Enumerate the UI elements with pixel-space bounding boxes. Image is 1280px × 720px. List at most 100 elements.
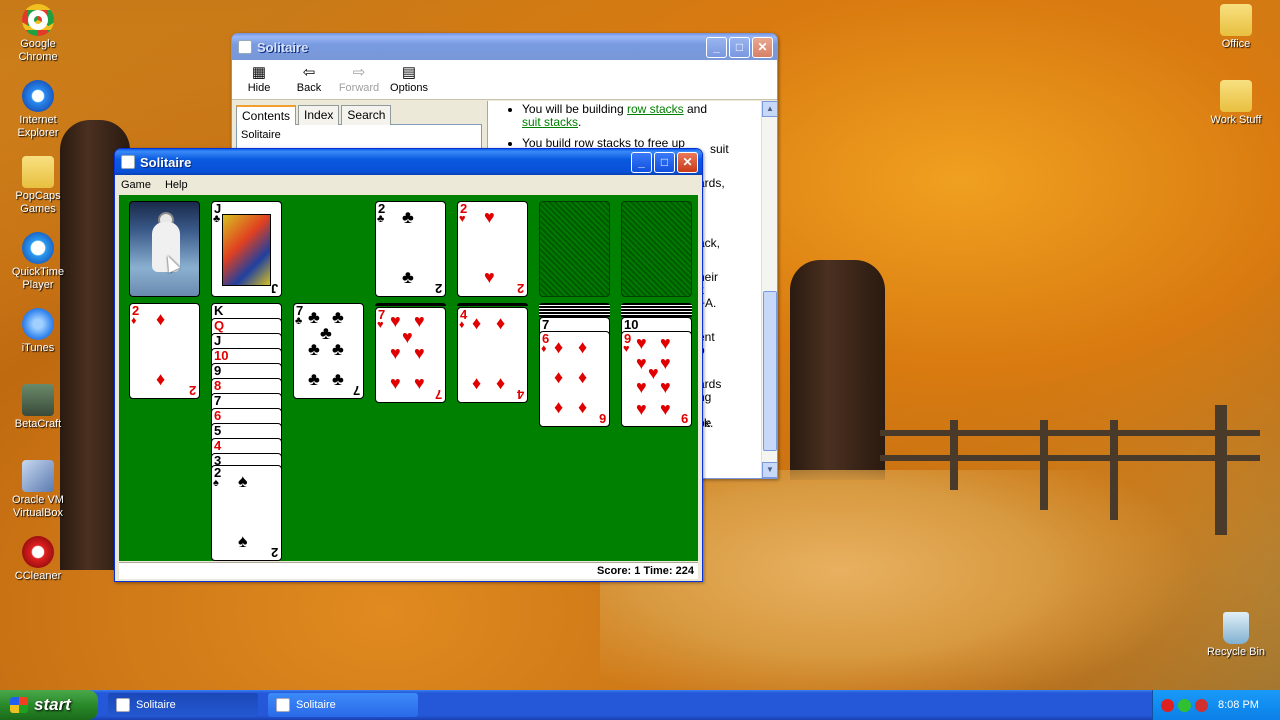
back-label: Back bbox=[296, 82, 322, 94]
desktop-icon-chrome[interactable]: Google Chrome bbox=[0, 4, 76, 64]
close-button[interactable]: ✕ bbox=[752, 36, 773, 58]
taskbar-button-solitaire-game[interactable]: Solitaire bbox=[108, 693, 258, 717]
card-rank: 4 bbox=[214, 438, 222, 453]
link-row-stacks[interactable]: row stacks bbox=[627, 102, 684, 116]
tree-item-solitaire[interactable]: Solitaire bbox=[241, 129, 281, 141]
wallpaper-tree-trunk bbox=[790, 260, 885, 480]
desktop-icon-popcaps-games[interactable]: PopCaps Games bbox=[0, 156, 76, 216]
wallpaper-fence-post bbox=[950, 420, 958, 490]
desktop-icon-recycle-bin[interactable]: Recycle Bin bbox=[1198, 612, 1274, 659]
folder-icon bbox=[1220, 4, 1252, 36]
card-rank: 7 bbox=[214, 393, 222, 408]
taskbar: start Solitaire Solitaire 8:08 PM bbox=[0, 690, 1280, 720]
diamond-suit-icon: ♦ bbox=[459, 319, 465, 331]
scroll-down-arrow-icon[interactable]: ▼ bbox=[762, 462, 778, 478]
desktop-icon-work-stuff[interactable]: Work Stuff bbox=[1198, 80, 1274, 127]
card-rank: 6 bbox=[214, 408, 222, 423]
diamond-suit-icon: ♦ bbox=[541, 343, 547, 355]
diamond-suit-icon: ♦ bbox=[131, 315, 137, 327]
waste-card[interactable]: J ♣ J bbox=[211, 201, 282, 297]
foundation-pile-2[interactable]: 2 ♥ ♥ ♥ 2 bbox=[457, 201, 528, 297]
options-label: Options bbox=[390, 82, 428, 94]
heart-pip-icon: ♥ bbox=[636, 333, 647, 353]
desktop-icon-internet-explorer[interactable]: Internet Explorer bbox=[0, 80, 76, 140]
taskbar-button-solitaire-help[interactable]: Solitaire bbox=[268, 693, 418, 717]
help-vertical-scrollbar[interactable]: ▲ ▼ bbox=[761, 101, 778, 478]
club-pip-icon: ♣ bbox=[402, 207, 414, 227]
card-rank: 2 bbox=[434, 281, 442, 296]
link-suit-stacks[interactable]: suit stacks bbox=[522, 115, 578, 129]
tableau-column-3-card[interactable]: 7 ♣ ♣ ♣ ♣ ♣ ♣ ♣ ♣ 7 bbox=[293, 303, 364, 399]
desktop-icon-virtualbox[interactable]: Oracle VM VirtualBox bbox=[0, 460, 76, 520]
menu-help[interactable]: Help bbox=[165, 179, 188, 191]
tableau-column-6-card[interactable]: 6 ♦ ♦ ♦ ♦ ♦ ♦ ♦ 6 bbox=[539, 331, 610, 427]
security-shield-icon[interactable] bbox=[1161, 698, 1174, 712]
foundation-pile-3-empty[interactable] bbox=[539, 201, 610, 297]
card-rank: 7 bbox=[434, 387, 442, 402]
wallpaper-fence-post bbox=[1215, 405, 1227, 535]
desktop-icon-itunes[interactable]: iTunes bbox=[0, 308, 76, 355]
club-pip-icon: ♣ bbox=[308, 339, 320, 359]
spade-pip-icon: ♠ bbox=[238, 471, 248, 491]
heart-pip-icon: ♥ bbox=[390, 311, 401, 331]
tab-contents[interactable]: Contents bbox=[236, 105, 297, 125]
desktop-icon-label: Internet Explorer bbox=[17, 114, 59, 139]
back-button[interactable]: ⇦ Back bbox=[288, 64, 330, 94]
tableau-column-7-card[interactable]: 9 ♥ ♥ ♥ ♥ ♥ ♥ ♥ ♥ ♥ ♥ 9 bbox=[621, 331, 692, 427]
options-icon: ▤ bbox=[401, 64, 417, 81]
maximize-button[interactable]: □ bbox=[729, 36, 750, 58]
folder-icon bbox=[1220, 80, 1252, 112]
desktop-icon-betacraft[interactable]: BetaCraft bbox=[0, 384, 76, 431]
foundation-pile-1[interactable]: 2 ♣ ♣ ♣ 2 bbox=[375, 201, 446, 297]
desktop-icon-office[interactable]: Office bbox=[1198, 4, 1274, 51]
forward-label: Forward bbox=[338, 82, 380, 94]
tableau-column-6-facedown-edge bbox=[539, 303, 610, 317]
options-button[interactable]: ▤ Options bbox=[388, 64, 430, 94]
clock[interactable]: 8:08 PM bbox=[1218, 699, 1259, 711]
card-rank: 10 bbox=[624, 317, 639, 332]
heart-pip-icon: ♥ bbox=[636, 353, 647, 373]
scroll-thumb[interactable] bbox=[763, 291, 777, 451]
minimize-button[interactable]: _ bbox=[631, 151, 652, 173]
tableau-column-4-card[interactable]: 7 ♥ ♥ ♥ ♥ ♥ ♥ ♥ ♥ 7 bbox=[375, 307, 446, 403]
desktop-icon-quicktime[interactable]: QuickTime Player bbox=[0, 232, 76, 292]
recycle-bin-icon bbox=[1223, 612, 1249, 644]
tableau-column-5-card[interactable]: 4 ♦ ♦ ♦ ♦ ♦ 4 bbox=[457, 307, 528, 403]
card-rank: J bbox=[214, 333, 222, 348]
club-pip-icon: ♣ bbox=[308, 307, 320, 327]
tab-search[interactable]: Search bbox=[341, 105, 392, 125]
close-button[interactable]: ✕ bbox=[677, 151, 698, 173]
diamond-pip-icon: ♦ bbox=[472, 373, 482, 393]
network-icon[interactable] bbox=[1178, 698, 1191, 712]
virtualbox-icon bbox=[22, 460, 54, 492]
heart-pip-icon: ♥ bbox=[660, 333, 671, 353]
start-label: start bbox=[34, 695, 71, 714]
help-text-span: and bbox=[683, 102, 708, 116]
wallpaper-fence-post bbox=[1110, 420, 1118, 520]
tab-index[interactable]: Index bbox=[298, 105, 340, 125]
start-button[interactable]: start bbox=[0, 690, 98, 720]
tableau-column-2-top-card[interactable]: 2 ♠ ♠ ♠ 2 bbox=[211, 465, 282, 561]
hide-button[interactable]: ▦ Hide bbox=[238, 64, 280, 94]
folder-icon bbox=[22, 156, 54, 188]
desktop-icon-label: Office bbox=[1221, 38, 1251, 50]
help-topic-text: You will be building row stacks and suit … bbox=[488, 101, 777, 430]
heart-pip-icon: ♥ bbox=[648, 363, 659, 383]
help-titlebar[interactable]: Solitaire _ □ ✕ bbox=[232, 34, 777, 60]
antivirus-icon[interactable] bbox=[1195, 698, 1208, 712]
desktop-icon-label: Google Chrome bbox=[18, 38, 58, 63]
help-window-title: Solitaire bbox=[257, 39, 309, 55]
diamond-pip-icon: ♦ bbox=[554, 367, 564, 387]
stock-pile[interactable] bbox=[129, 201, 200, 297]
menu-game[interactable]: Game bbox=[121, 179, 151, 191]
forward-button[interactable]: ⇨ Forward bbox=[338, 64, 380, 94]
foundation-pile-4-empty[interactable] bbox=[621, 201, 692, 297]
desktop-icon-ccleaner[interactable]: CCleaner bbox=[0, 536, 76, 583]
scroll-up-arrow-icon[interactable]: ▲ bbox=[762, 101, 778, 117]
minimize-button[interactable]: _ bbox=[706, 36, 727, 58]
solitaire-titlebar[interactable]: Solitaire _ □ ✕ bbox=[115, 149, 702, 175]
heart-pip-icon: ♥ bbox=[390, 343, 401, 363]
tableau-column-1-card[interactable]: 2 ♦ ♦ ♦ 2 bbox=[129, 303, 200, 399]
maximize-button[interactable]: □ bbox=[654, 151, 675, 173]
help-text-span: You will be building bbox=[522, 102, 627, 116]
